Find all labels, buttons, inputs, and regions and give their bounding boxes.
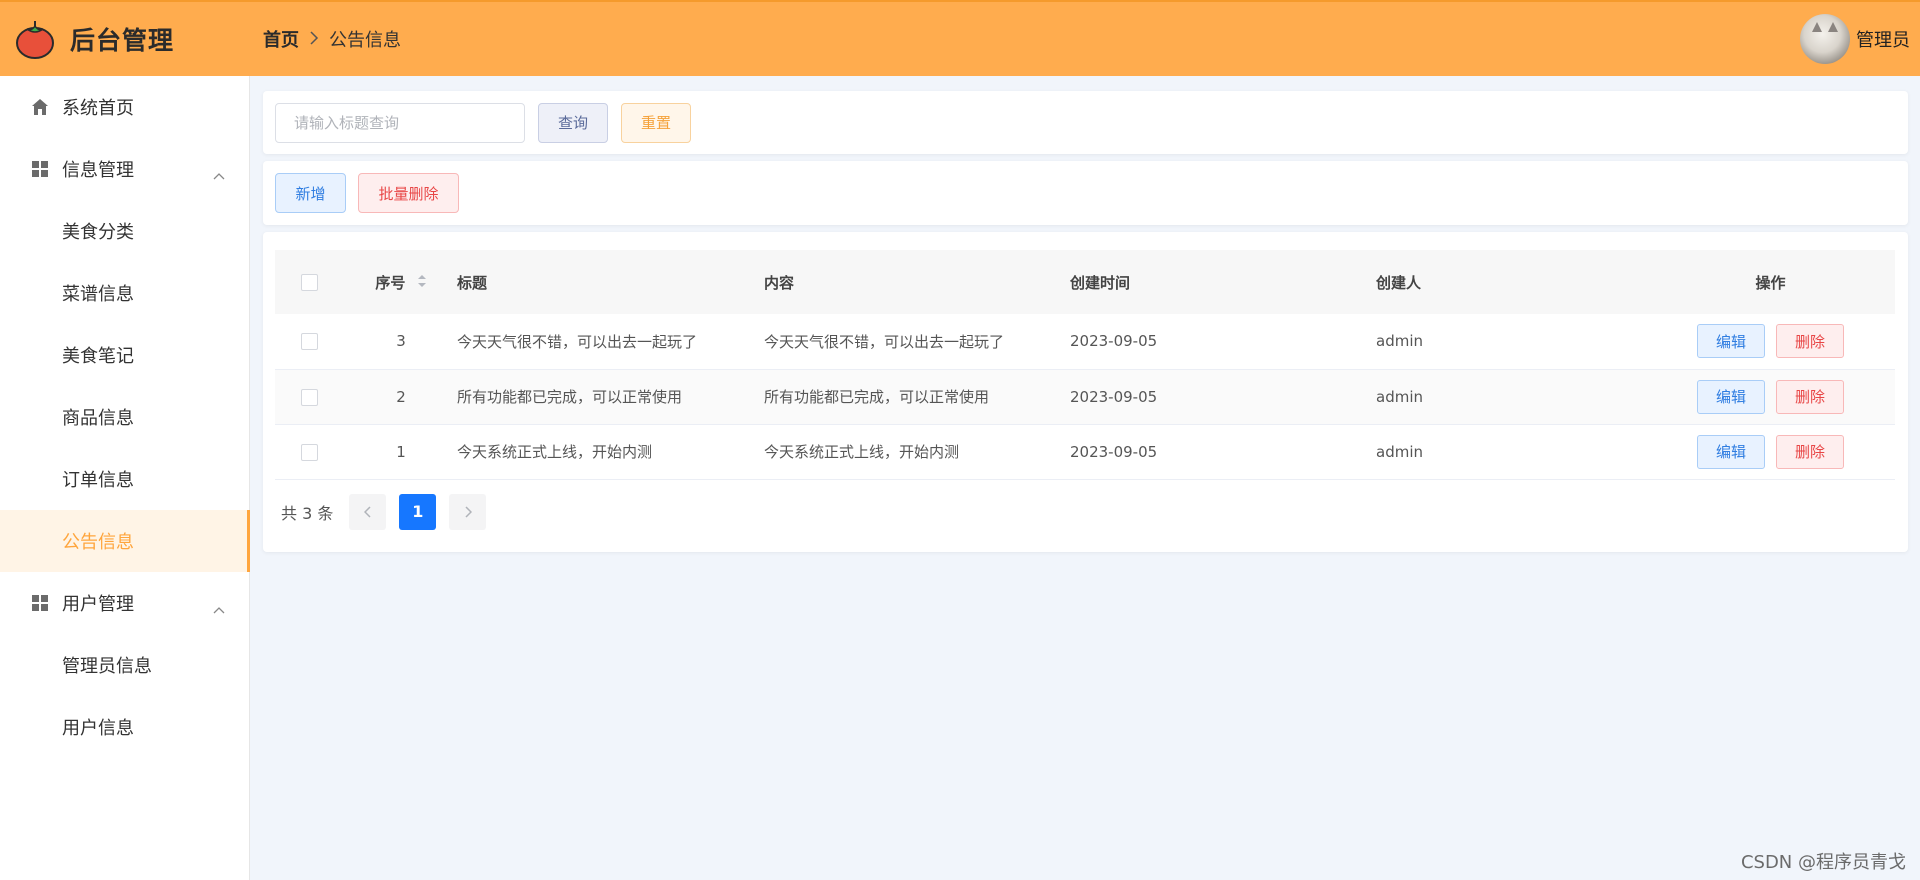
cell-content: 所有功能都已完成，可以正常使用: [764, 388, 990, 406]
action-bar: 新增 批量删除: [263, 161, 1908, 225]
sidebar-item-label: 美食笔记: [62, 346, 134, 367]
cell-created-at: 2023-09-05: [1070, 387, 1158, 406]
sidebar-item-label: 用户信息: [62, 718, 134, 739]
sidebar-item-label: 美食分类: [62, 222, 134, 243]
prev-page-button[interactable]: [349, 493, 387, 530]
table-row: 2 所有功能都已完成，可以正常使用 所有功能都已完成，可以正常使用 2023-0…: [275, 369, 1895, 424]
header-label: 序号: [375, 273, 406, 292]
table-row: 1 今天系统正式上线，开始内测 今天系统正式上线，开始内测 2023-09-05…: [275, 424, 1895, 479]
sidebar-group-users[interactable]: 用户管理: [0, 572, 249, 634]
row-checkbox[interactable]: [301, 443, 318, 461]
row-checkbox[interactable]: [301, 388, 318, 406]
watermark: CSDN @程序员青戈: [1740, 852, 1906, 873]
cell-creator: admin: [1376, 332, 1423, 351]
edit-button[interactable]: 编辑: [1697, 324, 1765, 359]
cell-index: 2: [396, 387, 406, 406]
add-button[interactable]: 新增: [275, 173, 346, 213]
reset-button[interactable]: 重置: [621, 102, 691, 143]
grid-icon: [30, 159, 50, 179]
delete-button[interactable]: 删除: [1776, 379, 1844, 414]
sidebar-item-label: 管理员信息: [62, 656, 152, 677]
header-index[interactable]: 序号: [345, 250, 457, 314]
cell-creator: admin: [1376, 442, 1423, 461]
sidebar-item-products[interactable]: 商品信息: [0, 386, 249, 448]
sidebar-item-users[interactable]: 用户信息: [0, 696, 249, 758]
cell-created-at: 2023-09-05: [1070, 442, 1158, 461]
delete-button[interactable]: 删除: [1776, 434, 1844, 469]
cell-index: 3: [396, 332, 406, 351]
cell-index: 1: [396, 442, 406, 461]
next-page-button[interactable]: [449, 493, 487, 530]
user-name[interactable]: 管理员: [1856, 26, 1910, 52]
batch-delete-button[interactable]: 批量删除: [358, 173, 459, 213]
edit-button[interactable]: 编辑: [1697, 379, 1765, 414]
sidebar-item-label: 用户管理: [62, 594, 134, 615]
avatar[interactable]: [1800, 14, 1850, 64]
select-all-checkbox[interactable]: [301, 274, 318, 291]
sidebar-item-notices[interactable]: 公告信息: [0, 510, 250, 572]
header-content: 内容: [764, 273, 795, 292]
header-ops: 操作: [1755, 273, 1786, 292]
delete-button[interactable]: 删除: [1776, 324, 1844, 359]
row-checkbox[interactable]: [301, 333, 318, 351]
breadcrumb: 首页 公告信息: [263, 26, 401, 52]
table-row: 3 今天天气很不错，可以出去一起玩了 今天天气很不错，可以出去一起玩了 2023…: [275, 314, 1895, 369]
edit-button[interactable]: 编辑: [1697, 434, 1765, 469]
sidebar-item-orders[interactable]: 订单信息: [0, 448, 249, 510]
header-select-all: [275, 250, 345, 314]
sidebar-item-label: 订单信息: [62, 470, 134, 491]
cell-content: 今天系统正式上线，开始内测: [764, 443, 960, 461]
grid-icon: [30, 593, 50, 613]
sidebar-item-food-category[interactable]: 美食分类: [0, 200, 249, 262]
chevron-up-icon: [213, 164, 225, 180]
header-created-at: 创建时间: [1070, 273, 1131, 292]
cell-creator: admin: [1376, 387, 1423, 406]
cell-title: 所有功能都已完成，可以正常使用: [457, 388, 683, 406]
sidebar-item-recipe[interactable]: 菜谱信息: [0, 262, 249, 324]
cell-created-at: 2023-09-05: [1070, 332, 1158, 351]
sort-icon[interactable]: [417, 274, 427, 292]
sidebar-item-admins[interactable]: 管理员信息: [0, 634, 249, 696]
search-input[interactable]: [275, 102, 525, 143]
sidebar-item-label: 菜谱信息: [62, 284, 134, 305]
table-header-row: 序号 标题 内容 创建时间 创建人 操作: [275, 250, 1895, 314]
cell-title: 今天系统正式上线，开始内测: [457, 443, 653, 461]
app-title: 后台管理: [70, 26, 175, 55]
header-creator: 创建人: [1376, 273, 1422, 292]
tomato-icon: [14, 18, 56, 60]
query-button[interactable]: 查询: [538, 102, 608, 143]
cell-title: 今天天气很不错，可以出去一起玩了: [457, 332, 698, 351]
sidebar-item-home[interactable]: 系统首页: [0, 76, 249, 138]
logo-area[interactable]: 后台管理: [0, 2, 250, 76]
pagination: 共 3 条 1: [275, 493, 1896, 530]
sidebar-item-label: 系统首页: [62, 98, 134, 119]
sidebar-item-label: 商品信息: [62, 408, 134, 429]
notice-table: 序号 标题 内容 创建时间 创建人 操作 3 今天天气很不错，可以出去一起玩了 …: [275, 250, 1895, 480]
cell-content: 今天天气很不错，可以出去一起玩了: [764, 332, 1005, 351]
top-header: 后台管理 首页 公告信息 管理员: [0, 0, 1920, 76]
header-title: 标题: [457, 273, 488, 292]
sidebar: 系统首页 信息管理 美食分类 菜谱信息 美食笔记 商品信息 订单信息 公告信息 …: [0, 76, 250, 880]
chevron-right-icon: [465, 505, 472, 518]
sidebar-item-label: 公告信息: [62, 532, 134, 553]
home-icon: [30, 97, 50, 117]
sidebar-item-food-notes[interactable]: 美食笔记: [0, 324, 249, 386]
sidebar-group-info[interactable]: 信息管理: [0, 138, 249, 200]
chevron-up-icon: [213, 598, 225, 614]
table-panel: 序号 标题 内容 创建时间 创建人 操作 3 今天天气很不错，可以出去一起玩了 …: [263, 232, 1908, 552]
sidebar-item-label: 信息管理: [62, 160, 134, 181]
breadcrumb-home[interactable]: 首页: [263, 26, 299, 52]
chevron-right-icon: [309, 30, 319, 49]
pagination-total: 共 3 条: [281, 503, 334, 523]
search-bar: 查询 重置: [263, 91, 1908, 154]
chevron-left-icon: [363, 505, 371, 518]
user-menu[interactable]: 管理员: [1800, 14, 1910, 64]
breadcrumb-current: 公告信息: [329, 30, 401, 51]
page-number[interactable]: 1: [399, 493, 437, 530]
